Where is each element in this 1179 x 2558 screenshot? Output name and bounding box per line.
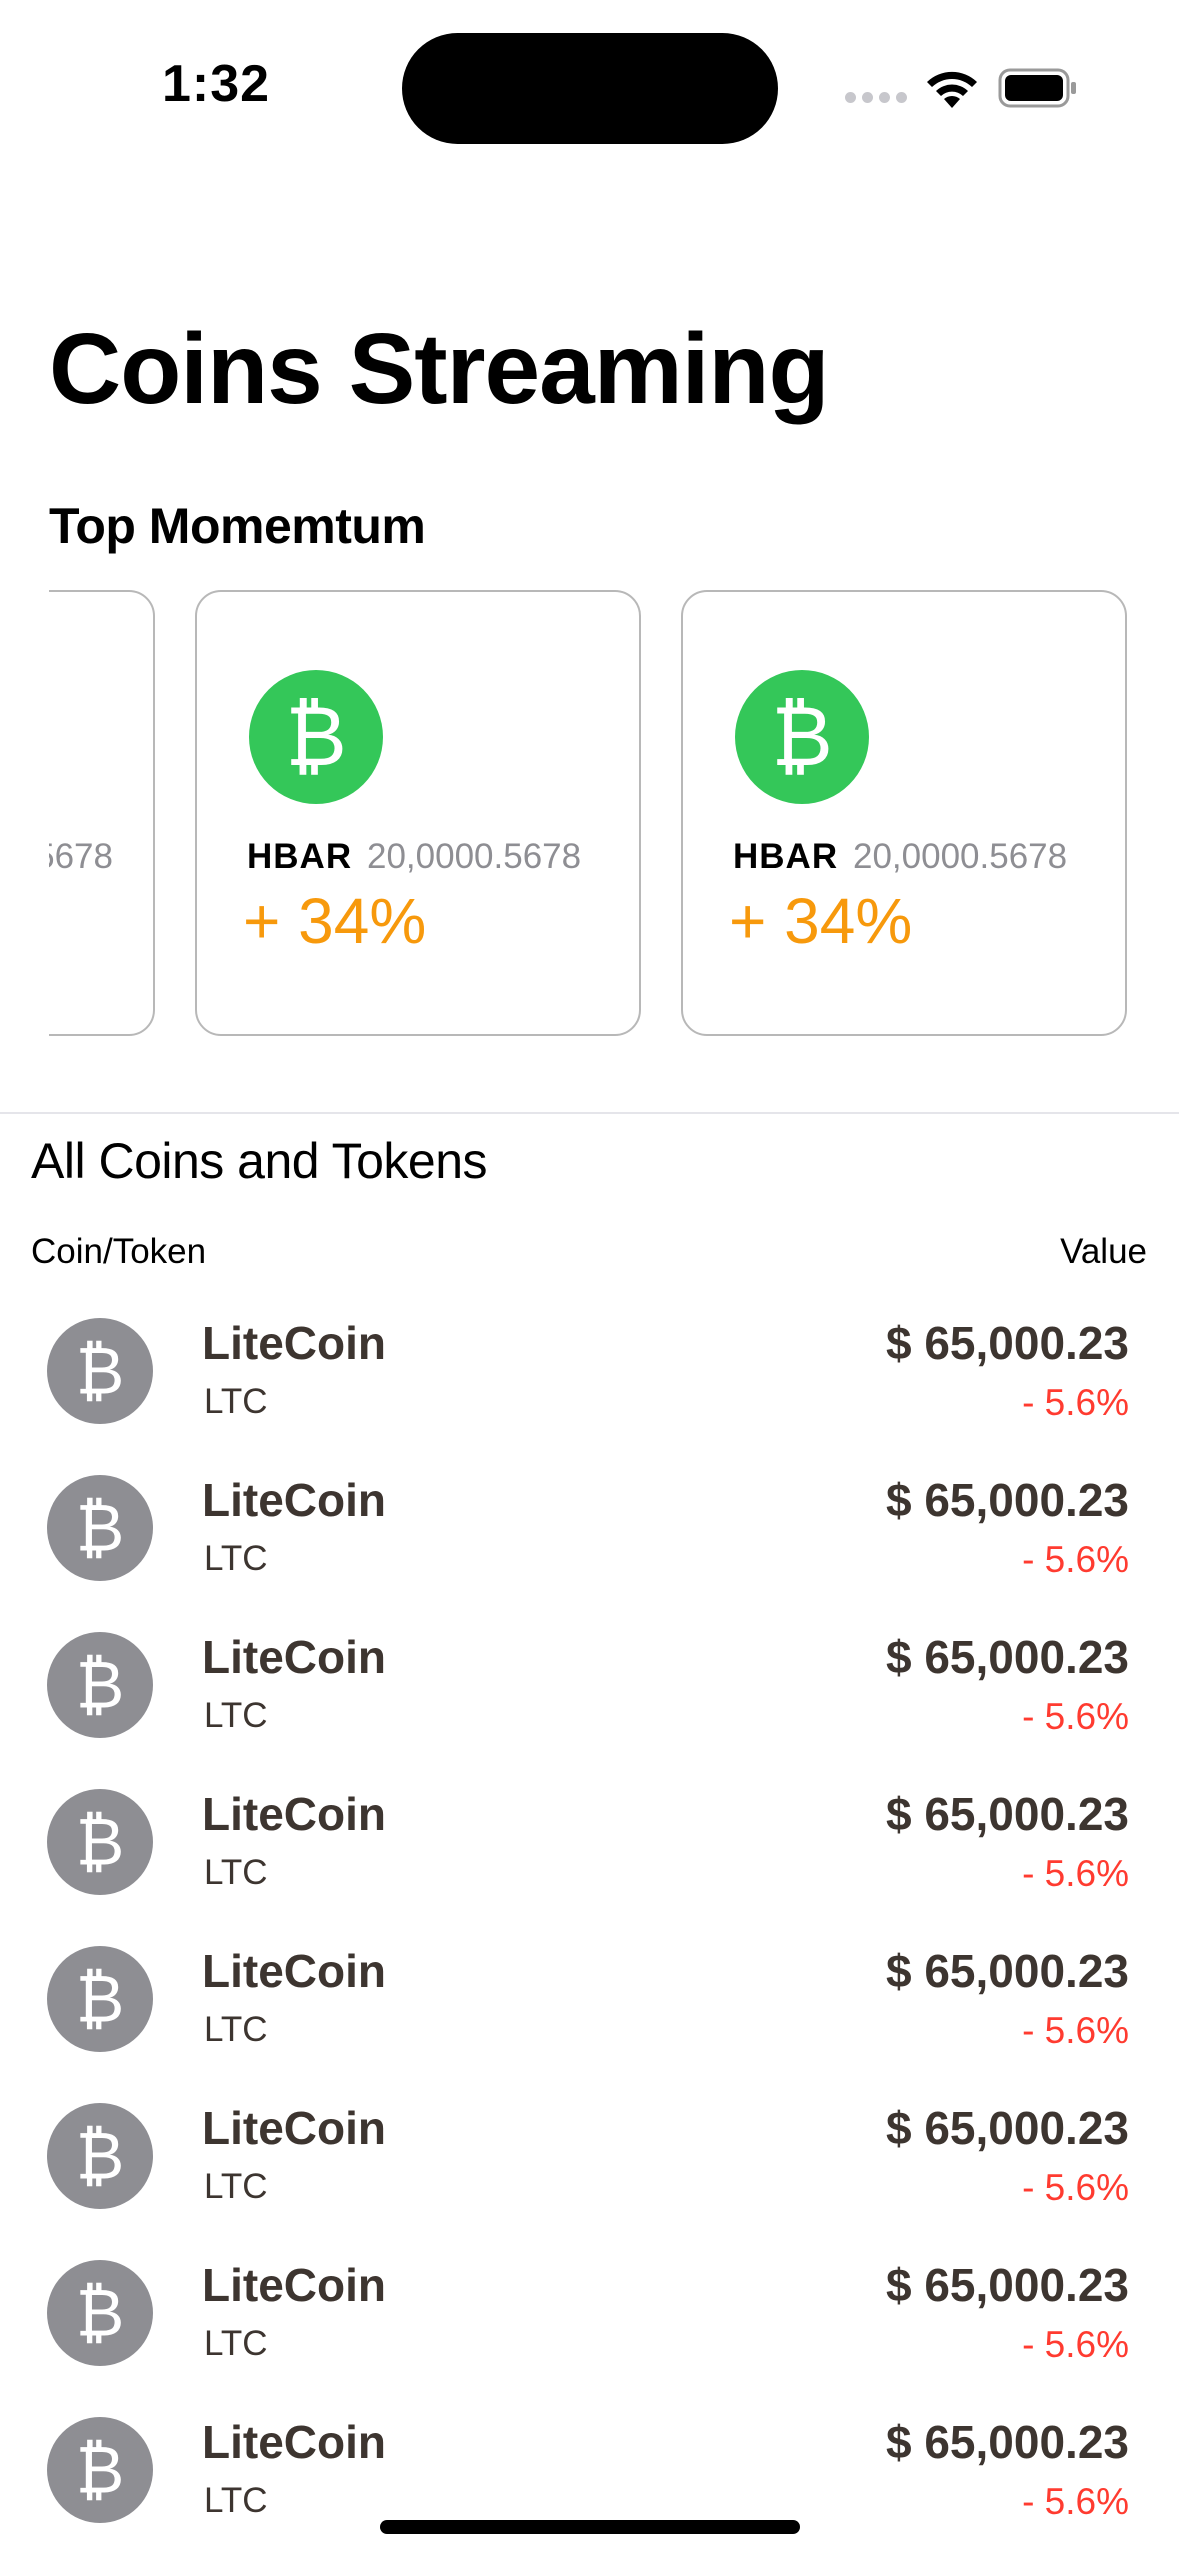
bitcoin-sign-icon: ₿ [735, 670, 869, 804]
coin-name: LiteCoin [202, 1474, 386, 1526]
coin-change: - 5.6% [1022, 2167, 1129, 2208]
svg-text:₿: ₿ [76, 1647, 125, 1723]
coin-price: $ 65,000.23 [885, 1631, 1129, 1683]
coin-row[interactable]: ₿ LiteCoin LTC $ 65,000.23 - 5.6% [0, 2087, 1179, 2244]
svg-text:₿: ₿ [76, 1490, 125, 1566]
coin-change: - 5.6% [1022, 2324, 1129, 2365]
coin-change: - 5.6% [1022, 1853, 1129, 1894]
coin-price: $ 65,000.23 [885, 2416, 1129, 2468]
home-indicator[interactable] [380, 2520, 800, 2534]
coin-row[interactable]: ₿ LiteCoin LTC $ 65,000.23 - 5.6% [0, 1459, 1179, 1616]
coin-change: - 5.6% [1022, 2481, 1129, 2522]
column-header-coin: Coin/Token [31, 1232, 207, 1271]
coin-name: LiteCoin [202, 2416, 386, 2468]
coin-row[interactable]: ₿ LiteCoin LTC $ 65,000.23 - 5.6% [0, 2244, 1179, 2401]
coin-ticker: LTC [204, 1853, 268, 1892]
bitcoin-sign-icon: ₿ [47, 2103, 153, 2209]
coin-ticker: LTC [204, 1539, 268, 1578]
coin-name: LiteCoin [202, 1317, 386, 1369]
battery-icon [998, 68, 1076, 108]
svg-text:₿: ₿ [285, 688, 347, 785]
coin-row[interactable]: ₿ LiteCoin LTC $ 65,000.23 - 5.6% [0, 1616, 1179, 1773]
top-momentum-carousel[interactable]: 5678 ₿ HBAR 20,0000.5678 + 34% ₿ HBAR 20… [49, 590, 1179, 1040]
momentum-card-amount: 20,0000.5678 [367, 837, 582, 876]
page-title: Coins Streaming [49, 313, 830, 425]
dynamic-island [402, 33, 778, 144]
section-divider [0, 1112, 1179, 1114]
momentum-card-change: + 34% [729, 885, 913, 957]
bitcoin-sign-icon: ₿ [47, 2260, 153, 2366]
momentum-card[interactable]: 5678 [49, 590, 155, 1036]
coin-change: - 5.6% [1022, 1382, 1129, 1423]
wifi-icon [927, 71, 977, 108]
momentum-card[interactable]: ₿ HBAR 20,0000.5678 + 34% [195, 590, 641, 1036]
coin-name: LiteCoin [202, 2102, 386, 2154]
cellular-signal-icon [845, 92, 907, 103]
coin-ticker: LTC [204, 2010, 268, 2049]
column-header-value: Value [1060, 1232, 1147, 1271]
coin-row[interactable]: ₿ LiteCoin LTC $ 65,000.23 - 5.6% [0, 2401, 1179, 2558]
coin-row[interactable]: ₿ LiteCoin LTC $ 65,000.23 - 5.6% [0, 1773, 1179, 1930]
coin-price: $ 65,000.23 [885, 2102, 1129, 2154]
coin-change: - 5.6% [1022, 2010, 1129, 2051]
coin-name: LiteCoin [202, 1945, 386, 1997]
top-momentum-heading: Top Momemtum [49, 498, 426, 554]
svg-text:₿: ₿ [76, 2275, 125, 2351]
coin-name: LiteCoin [202, 1631, 386, 1683]
coin-ticker: LTC [204, 2324, 268, 2363]
coin-ticker: LTC [204, 1696, 268, 1735]
coin-price: $ 65,000.23 [885, 1945, 1129, 1997]
svg-text:₿: ₿ [76, 1961, 125, 2037]
status-time: 1:32 [162, 55, 271, 113]
svg-text:₿: ₿ [771, 688, 833, 785]
svg-text:₿: ₿ [76, 1804, 125, 1880]
momentum-card[interactable]: ₿ HBAR 20,0000.5678 + 34% [681, 590, 1127, 1036]
bitcoin-sign-icon: ₿ [249, 670, 383, 804]
coin-price: $ 65,000.23 [885, 1317, 1129, 1369]
coin-row[interactable]: ₿ LiteCoin LTC $ 65,000.23 - 5.6% [0, 1302, 1179, 1459]
coin-change: - 5.6% [1022, 1696, 1129, 1737]
coin-price: $ 65,000.23 [885, 1474, 1129, 1526]
bitcoin-sign-icon: ₿ [47, 2417, 153, 2523]
momentum-card-amount: 5678 [49, 837, 113, 876]
coin-list: ₿ LiteCoin LTC $ 65,000.23 - 5.6% ₿ Lite… [0, 1302, 1179, 2558]
momentum-card-amount: 20,0000.5678 [853, 837, 1068, 876]
svg-text:₿: ₿ [76, 1333, 125, 1409]
bitcoin-sign-icon: ₿ [47, 1475, 153, 1581]
coin-price: $ 65,000.23 [885, 1788, 1129, 1840]
coin-name: LiteCoin [202, 2259, 386, 2311]
coin-name: LiteCoin [202, 1788, 386, 1840]
coin-ticker: LTC [204, 2481, 268, 2520]
coin-row[interactable]: ₿ LiteCoin LTC $ 65,000.23 - 5.6% [0, 1930, 1179, 2087]
momentum-card-symbol: HBAR [733, 837, 839, 876]
bitcoin-sign-icon: ₿ [47, 1318, 153, 1424]
coin-change: - 5.6% [1022, 1539, 1129, 1580]
momentum-card-change: + 34% [243, 885, 427, 957]
coin-ticker: LTC [204, 2167, 268, 2206]
all-coins-heading: All Coins and Tokens [31, 1133, 488, 1189]
momentum-card-symbol: HBAR [247, 837, 353, 876]
bitcoin-sign-icon: ₿ [47, 1789, 153, 1895]
coin-price: $ 65,000.23 [885, 2259, 1129, 2311]
svg-text:₿: ₿ [76, 2432, 125, 2508]
svg-text:₿: ₿ [76, 2118, 125, 2194]
bitcoin-sign-icon: ₿ [47, 1946, 153, 2052]
bitcoin-sign-icon: ₿ [47, 1632, 153, 1738]
coin-ticker: LTC [204, 1382, 268, 1421]
